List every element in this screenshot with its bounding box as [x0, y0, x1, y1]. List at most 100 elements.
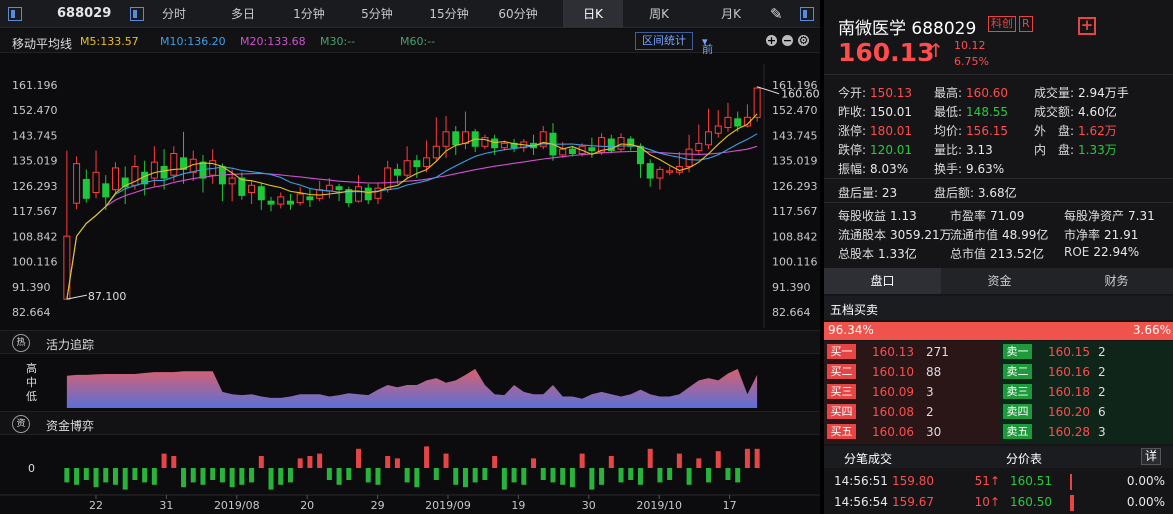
candle-body [695, 142, 703, 152]
candle-body [617, 137, 625, 150]
stat-7: 均价: 156.15 [934, 122, 1008, 139]
candle-body [248, 184, 256, 194]
stat-label: 最高: [934, 86, 963, 100]
fund-zero-label: 0 [28, 462, 35, 475]
zoom-out-icon[interactable]: − [782, 35, 793, 46]
tab-3[interactable]: 5分钟 [346, 0, 408, 28]
tab-0[interactable]: 分时 [152, 0, 196, 28]
tab-5[interactable]: 60分钟 [485, 0, 551, 28]
candle-body [656, 168, 664, 179]
trade-price: 159.80 [892, 474, 934, 488]
orderbook-row: 卖四 160.20 6 [1000, 402, 1173, 422]
fund-bar [103, 468, 109, 483]
zoom-in-icon[interactable]: + [766, 35, 777, 46]
fund-bar [696, 458, 702, 468]
tab-1[interactable]: 多日 [212, 0, 274, 28]
fund-bar [394, 458, 400, 468]
fund-bar [190, 468, 196, 483]
candle-body [481, 137, 489, 147]
stat-value: 156.15 [966, 124, 1009, 138]
fund-bar [365, 468, 371, 483]
fund-bar [472, 468, 478, 483]
stat-label: 跌停: [838, 143, 867, 157]
tab-tick-trades[interactable]: 分笔成交 [844, 450, 892, 467]
candle-body [588, 147, 596, 152]
candle-body [355, 186, 363, 202]
activity-area [66, 368, 758, 408]
tab-price-table[interactable]: 分价表 [1006, 450, 1042, 467]
fund-bar [122, 468, 128, 490]
x-tick-label: 17 [723, 499, 737, 512]
tab-2[interactable]: 1分钟 [278, 0, 340, 28]
tab-finance[interactable]: 财务 [1058, 268, 1173, 294]
fundamental-label: 市净率 [1064, 228, 1101, 242]
price-change: 10.12 [954, 39, 986, 52]
orderbook-volume: 2 [1098, 365, 1106, 379]
fund-bar [657, 468, 663, 483]
orderbook-row: 卖一 160.15 2 [1000, 342, 1173, 362]
fundamental-value: 48.99亿 [1002, 228, 1049, 242]
fund-bar [521, 468, 527, 485]
x-tick-label: 31 [159, 499, 173, 512]
settings-icon[interactable]: ⚙ [798, 35, 809, 46]
ma-title: 移动平均线 [12, 37, 73, 51]
stat-value: 148.55 [966, 105, 1009, 119]
stat-label: 成交额: [1034, 105, 1075, 119]
fundamental-6: 总股本 1.33亿 [838, 245, 917, 262]
tab-8[interactable]: 月K [706, 0, 756, 28]
fund-bar [219, 468, 225, 483]
divider [824, 74, 1173, 75]
adjust-dropdown[interactable]: 前复权 ▾ [702, 35, 713, 88]
detail-button[interactable]: 详 [1141, 448, 1161, 465]
candle-body [705, 131, 713, 146]
chart-panel: 688029 分时 多日 1分钟 5分钟 15分钟 60分钟 日K 周K 月K ✎ 移动平均线 … [0, 0, 820, 514]
fund-bar [414, 468, 420, 488]
tab-7[interactable]: 周K [632, 0, 686, 28]
candle-body [111, 167, 119, 191]
candle-body [170, 152, 178, 176]
candle-body [403, 160, 411, 176]
stat-value: 4.60亿 [1078, 105, 1117, 119]
fund-bar [424, 446, 430, 468]
tab-funds[interactable]: 资金 [941, 268, 1058, 294]
fund-bar [132, 468, 138, 480]
orderbook-volume: 3 [1098, 425, 1106, 439]
add-watchlist-button[interactable]: + [1078, 17, 1096, 35]
tab-6[interactable]: 日K [563, 0, 623, 28]
panel-icon[interactable] [130, 7, 144, 21]
stat-label: 今开: [838, 86, 867, 100]
fundamental-label: 流通市值 [950, 228, 999, 242]
ma30-label: M30:-- [320, 35, 356, 48]
interval-stats-button[interactable]: 区间统计 [635, 32, 693, 50]
fund-bar [317, 453, 323, 468]
stock-name: 南微医学 [838, 19, 906, 39]
fund-bar [550, 468, 556, 483]
fund-bar [608, 456, 614, 468]
orderbook-tag: 买二 [827, 364, 856, 379]
fundamental-label: 流通股本 [838, 228, 887, 242]
fundamental-7: 总市值 213.52亿 [950, 245, 1044, 262]
fund-bar [560, 468, 566, 485]
orderbook-volume: 2 [926, 405, 934, 419]
fund-bar [249, 468, 255, 483]
tab-pankou[interactable]: 盘口 [824, 268, 941, 294]
stat-11: 内 盘: 1.33万 [1034, 141, 1117, 158]
fund-bar [754, 448, 760, 468]
brush-icon[interactable]: ✎ [770, 5, 783, 23]
window-icon[interactable] [800, 7, 814, 21]
stat-label: 均价: [934, 124, 963, 138]
after-amt-value: 3.68亿 [977, 186, 1017, 200]
stat-value: 3.13 [966, 143, 993, 157]
layout-icon[interactable] [8, 7, 22, 21]
orderbook-row: 卖二 160.16 2 [1000, 362, 1173, 382]
fund-bar [268, 468, 274, 490]
stat-label: 振幅: [838, 162, 867, 176]
tab-4[interactable]: 15分钟 [416, 0, 482, 28]
candlestick-chart[interactable]: 161.196 161.196152.470 152.470143.745 143.7… [0, 54, 820, 328]
fund-bar [326, 468, 332, 480]
activity-y-label: 高 [26, 361, 37, 375]
fundamental-value: 21.91 [1104, 228, 1139, 242]
fund-bar [725, 468, 731, 480]
stat-9: 跌停: 120.01 [838, 141, 912, 158]
fund-bar [229, 468, 235, 488]
